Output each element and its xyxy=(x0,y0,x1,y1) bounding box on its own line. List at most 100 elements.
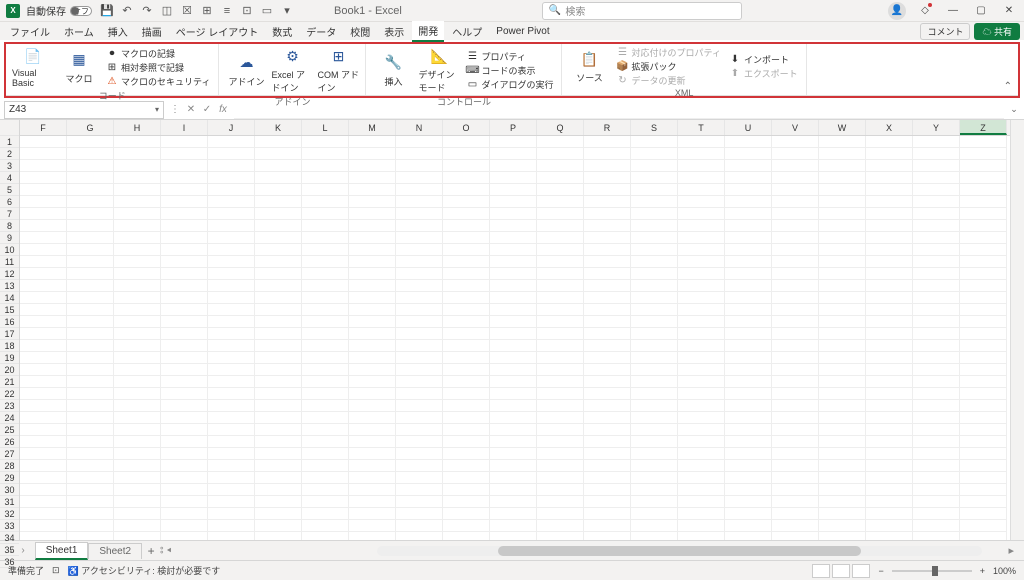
visual-basic-button[interactable]: 📄 Visual Basic xyxy=(12,46,54,88)
column-header[interactable]: H xyxy=(114,120,161,135)
tab-powerpivot[interactable]: Power Pivot xyxy=(490,24,555,39)
run-dialog-button[interactable]: ▭ダイアログの実行 xyxy=(464,78,555,91)
formula-expand-icon[interactable]: ⌄ xyxy=(1004,104,1024,115)
properties-button[interactable]: ☰プロパティ xyxy=(464,50,555,63)
minimize-button[interactable]: — xyxy=(944,2,962,20)
row-header[interactable]: 28 xyxy=(0,460,19,472)
column-header[interactable]: U xyxy=(725,120,772,135)
excel-addins-button[interactable]: ⚙ Excel アドイン xyxy=(271,46,313,94)
tab-data[interactable]: データ xyxy=(300,22,342,41)
row-header[interactable]: 6 xyxy=(0,196,19,208)
qat-icon-1[interactable]: ◫ xyxy=(160,4,174,18)
tab-pagelayout[interactable]: ページ レイアウト xyxy=(170,22,265,41)
import-button[interactable]: ⬇インポート xyxy=(727,53,800,66)
tab-view[interactable]: 表示 xyxy=(378,22,410,41)
autosave-toggle[interactable]: オフ xyxy=(70,6,92,16)
column-header[interactable]: Q xyxy=(537,120,584,135)
row-header[interactable]: 16 xyxy=(0,316,19,328)
tab-home[interactable]: ホーム xyxy=(58,22,100,41)
tab-formulas[interactable]: 数式 xyxy=(266,22,298,41)
relative-ref-button[interactable]: ⊞相対参照で記録 xyxy=(104,61,212,74)
zoom-slider[interactable] xyxy=(892,570,972,572)
row-header[interactable]: 21 xyxy=(0,376,19,388)
qat-icon-4[interactable]: ≡ xyxy=(220,4,234,18)
horizontal-scrollbar[interactable] xyxy=(377,546,982,556)
row-header[interactable]: 22 xyxy=(0,388,19,400)
row-header[interactable]: 24 xyxy=(0,412,19,424)
user-avatar[interactable]: 👤 xyxy=(888,2,906,20)
row-header[interactable]: 8 xyxy=(0,220,19,232)
tab-review[interactable]: 校閲 xyxy=(344,22,376,41)
column-header[interactable]: T xyxy=(678,120,725,135)
column-header[interactable]: L xyxy=(302,120,349,135)
maximize-button[interactable]: ▢ xyxy=(972,2,990,20)
notification-icon[interactable]: ◇ xyxy=(916,2,934,20)
column-header[interactable]: M xyxy=(349,120,396,135)
source-button[interactable]: 📋 ソース xyxy=(568,46,610,87)
accessibility-status[interactable]: ♿ アクセシビリティ: 検討が必要です xyxy=(68,564,221,577)
zoom-in-icon[interactable]: + xyxy=(980,566,985,576)
row-header[interactable]: 4 xyxy=(0,172,19,184)
status-rec-icon[interactable]: ⊡ xyxy=(52,565,60,576)
sheet-tab-1[interactable]: Sheet1 xyxy=(35,542,89,560)
row-header[interactable]: 29 xyxy=(0,472,19,484)
row-header[interactable]: 34 xyxy=(0,532,19,544)
column-header[interactable]: N xyxy=(396,120,443,135)
column-header[interactable]: P xyxy=(490,120,537,135)
addins-button[interactable]: ☁ アドイン xyxy=(225,46,267,94)
comments-button[interactable]: コメント xyxy=(920,23,970,40)
hscroll-left-icon[interactable]: ⦂ ◂ xyxy=(160,544,171,557)
enter-icon[interactable]: ✓ xyxy=(200,104,214,115)
view-code-button[interactable]: ⌨コードの表示 xyxy=(464,64,555,77)
share-button[interactable]: ☁ 共有 xyxy=(974,23,1020,40)
name-box[interactable]: Z43 ▾ xyxy=(4,101,164,119)
row-header[interactable]: 26 xyxy=(0,436,19,448)
column-header[interactable]: S xyxy=(631,120,678,135)
row-header[interactable]: 9 xyxy=(0,232,19,244)
hscroll-right-icon[interactable]: ▸ xyxy=(1008,544,1014,557)
save-icon[interactable]: 💾 xyxy=(100,4,114,18)
sheet-nav-prev-icon[interactable]: ‹ xyxy=(10,545,13,556)
row-header[interactable]: 14 xyxy=(0,292,19,304)
row-header[interactable]: 10 xyxy=(0,244,19,256)
tab-draw[interactable]: 描画 xyxy=(136,22,168,41)
column-header[interactable]: Z xyxy=(960,120,1007,135)
row-header[interactable]: 17 xyxy=(0,328,19,340)
row-header[interactable]: 3 xyxy=(0,160,19,172)
select-all-corner[interactable] xyxy=(0,120,19,136)
insert-control-button[interactable]: 🔧 挿入 xyxy=(372,46,414,94)
hscroll-thumb[interactable] xyxy=(498,546,861,556)
column-header[interactable]: V xyxy=(772,120,819,135)
row-header[interactable]: 30 xyxy=(0,484,19,496)
row-header[interactable]: 1 xyxy=(0,136,19,148)
row-header[interactable]: 25 xyxy=(0,424,19,436)
cancel-icon[interactable]: ✕ xyxy=(184,104,198,115)
qat-icon-2[interactable]: ☒ xyxy=(180,4,194,18)
column-header[interactable]: R xyxy=(584,120,631,135)
row-header[interactable]: 33 xyxy=(0,520,19,532)
add-sheet-button[interactable]: + xyxy=(142,544,160,558)
row-header[interactable]: 7 xyxy=(0,208,19,220)
cancel-formula-icon[interactable]: ⋮ xyxy=(168,104,182,115)
sheet-nav-next-icon[interactable]: › xyxy=(21,545,24,556)
undo-icon[interactable]: ↶ xyxy=(120,4,134,18)
column-header[interactable]: W xyxy=(819,120,866,135)
close-button[interactable]: ✕ xyxy=(1000,2,1018,20)
normal-view-button[interactable] xyxy=(812,564,830,578)
column-header[interactable]: X xyxy=(866,120,913,135)
row-header[interactable]: 13 xyxy=(0,280,19,292)
row-header[interactable]: 12 xyxy=(0,268,19,280)
row-header[interactable]: 27 xyxy=(0,448,19,460)
name-box-dropdown-icon[interactable]: ▾ xyxy=(155,105,159,114)
row-header[interactable]: 19 xyxy=(0,352,19,364)
vertical-scrollbar[interactable] xyxy=(1010,120,1024,540)
redo-icon[interactable]: ↷ xyxy=(140,4,154,18)
tab-help[interactable]: ヘルプ xyxy=(446,22,488,41)
column-header[interactable]: I xyxy=(161,120,208,135)
row-header[interactable]: 18 xyxy=(0,340,19,352)
qat-icon-5[interactable]: ⊡ xyxy=(240,4,254,18)
qat-icon-6[interactable]: ▭ xyxy=(260,4,274,18)
cells[interactable] xyxy=(20,136,1010,540)
column-header[interactable]: K xyxy=(255,120,302,135)
expansion-pack-button[interactable]: 📦拡張パック xyxy=(614,60,722,73)
